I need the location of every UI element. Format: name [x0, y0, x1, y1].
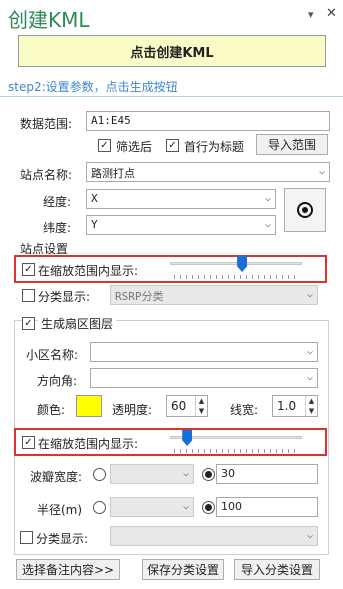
sector-category-display-label: 分类显示: — [36, 532, 89, 546]
latitude-value: Y — [91, 218, 98, 231]
cell-name-select[interactable]: ⌵ — [90, 342, 318, 362]
select-note-button[interactable]: 选择备注内容>> — [16, 559, 120, 580]
radius-input[interactable]: 100 — [216, 497, 318, 517]
chevron-down-icon: ⌵ — [182, 468, 189, 479]
azimuth-select[interactable]: ⌵ — [90, 368, 318, 388]
transparency-spinner[interactable]: 60 ▲ ▼ — [166, 395, 208, 417]
beam-width-column-radio[interactable] — [93, 468, 106, 481]
beam-width-value-radio[interactable] — [202, 468, 215, 481]
close-icon[interactable]: ✕ — [326, 6, 337, 21]
save-category-button[interactable]: 保存分类设置 — [142, 559, 224, 580]
beam-width-column-select[interactable]: ⌵ — [110, 464, 194, 484]
chevron-down-icon: ⌵ — [182, 501, 189, 512]
site-category-select[interactable]: RSRP分类 ⌵ — [110, 285, 318, 305]
spinner-arrows-icon[interactable]: ▲ ▼ — [305, 396, 317, 416]
site-category-display-label: 分类显示: — [38, 290, 91, 304]
filter-after-label: 筛选后 — [116, 140, 153, 154]
beam-width-label: 波瓣宽度: — [30, 470, 83, 484]
chevron-down-icon: ⌵ — [306, 372, 313, 383]
line-width-label: 线宽: — [230, 403, 259, 417]
longitude-label: 经度: — [43, 195, 72, 209]
step-instruction: step2:设置参数，点击生成按钮 — [8, 80, 178, 94]
line-width-value: 1.0 — [277, 399, 297, 413]
data-range-label: 数据范围: — [20, 117, 73, 131]
chevron-down-icon: ⌵ — [306, 289, 313, 300]
chevron-down-icon: ⌵ — [306, 530, 313, 541]
radius-label: 半径(m) — [37, 503, 83, 517]
transparency-value: 60 — [171, 399, 187, 413]
site-category-display-checkbox[interactable] — [22, 289, 35, 302]
chevron-down-icon: ⌵ — [318, 166, 325, 177]
site-name-value: 路测打点 — [91, 167, 135, 180]
sector-category-display-checkbox[interactable] — [20, 531, 33, 544]
data-range-input[interactable]: A1:E45 — [86, 111, 330, 131]
create-kml-button[interactable]: 点击创建KML — [18, 35, 326, 67]
filter-after-checkbox[interactable]: ✓ — [98, 139, 111, 152]
sector-show-in-zoom-checkbox[interactable]: ✓ — [22, 436, 35, 449]
site-zoom-slider-track — [170, 262, 302, 265]
site-zoom-slider-ticks — [174, 275, 300, 279]
site-show-in-zoom-checkbox[interactable]: ✓ — [22, 263, 35, 276]
radius-column-select[interactable]: ⌵ — [110, 497, 194, 517]
target-icon — [297, 202, 313, 218]
site-category-value: RSRP分类 — [115, 290, 164, 303]
chevron-down-icon: ⌵ — [264, 219, 271, 230]
cell-name-label: 小区名称: — [26, 348, 79, 362]
line-width-spinner[interactable]: 1.0 ▲ ▼ — [272, 395, 318, 417]
spinner-arrows-icon[interactable]: ▲ ▼ — [195, 396, 207, 416]
pick-location-button[interactable] — [284, 188, 326, 232]
radius-value-radio[interactable] — [202, 501, 215, 514]
divider — [0, 96, 343, 97]
sector-layer-label: 生成扇区图层 — [38, 315, 117, 332]
chevron-down-icon: ⌵ — [264, 193, 271, 204]
import-category-button[interactable]: 导入分类设置 — [234, 559, 320, 580]
chevron-down-icon: ⌵ — [306, 346, 313, 357]
window-title: 创建KML — [8, 8, 90, 32]
sector-zoom-slider-ticks — [174, 449, 300, 453]
transparency-label: 透明度: — [112, 403, 153, 417]
first-row-header-label: 首行为标题 — [184, 140, 245, 154]
sector-category-select[interactable]: ⌵ — [110, 526, 318, 546]
pin-dropdown-icon[interactable]: ▾ — [308, 8, 314, 21]
latitude-select[interactable]: Y ⌵ — [86, 215, 276, 235]
radius-column-radio[interactable] — [93, 501, 106, 514]
color-swatch[interactable] — [76, 395, 102, 417]
import-range-button[interactable]: 导入范围 — [256, 134, 328, 155]
latitude-label: 纬度: — [43, 221, 72, 235]
beam-width-input[interactable]: 30 — [216, 464, 318, 484]
azimuth-label: 方向角: — [37, 374, 78, 388]
sector-show-in-zoom-label: 在缩放范围内显示: — [38, 437, 139, 451]
site-show-in-zoom-label: 在缩放范围内显示: — [38, 264, 139, 278]
longitude-select[interactable]: X ⌵ — [86, 189, 276, 209]
site-name-select[interactable]: 路测打点 ⌵ — [86, 162, 330, 182]
site-name-label: 站点名称: — [20, 168, 73, 182]
sector-layer-checkbox[interactable]: ✓ — [22, 317, 35, 330]
longitude-value: X — [91, 192, 98, 205]
color-label: 颜色: — [37, 403, 66, 417]
first-row-header-checkbox[interactable]: ✓ — [166, 139, 179, 152]
